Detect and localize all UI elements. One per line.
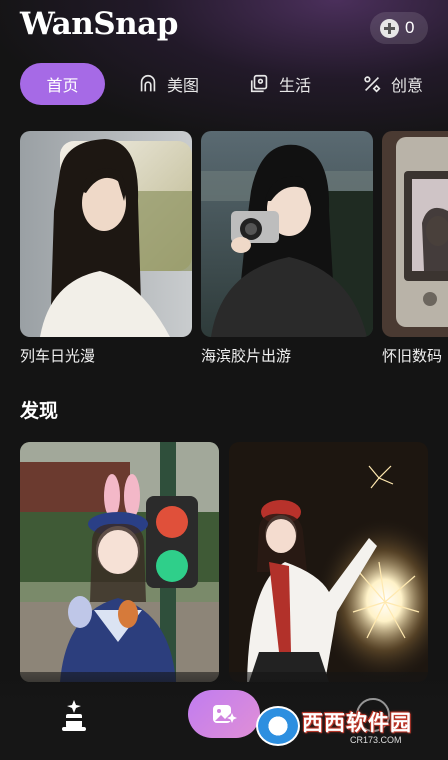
train-sunlight-photo xyxy=(20,131,192,337)
app-logo: WanSnap xyxy=(20,6,178,42)
featured-caption: 怀旧数码 xyxy=(382,347,443,365)
discover-card[interactable] xyxy=(20,442,219,682)
featured-card[interactable]: 海滨胶片出游 xyxy=(201,131,373,366)
app-header: WanSnap 0 xyxy=(0,0,448,56)
featured-carousel[interactable]: 列车日光漫 海滨胶片出游 怀旧数码 xyxy=(20,131,448,371)
watermark-text: 西西软件园 CR173.COM xyxy=(302,707,412,745)
girl-with-sparkler-photo xyxy=(229,442,428,682)
coin-balance-button[interactable]: 0 xyxy=(370,12,428,44)
girl-with-traffic-light-photo xyxy=(20,442,219,682)
watermark-logo xyxy=(256,706,300,746)
tab-label: 生活 xyxy=(279,76,312,95)
featured-card[interactable]: 怀旧数码 xyxy=(382,131,448,366)
featured-caption: 海滨胶片出游 xyxy=(201,347,292,365)
tab-beauty[interactable]: 美图 xyxy=(137,63,199,105)
create-button[interactable] xyxy=(188,690,260,738)
portrait-icon xyxy=(140,74,156,92)
discover-card[interactable] xyxy=(229,442,428,682)
category-tabs: 首页 美图 生活 创意 xyxy=(0,63,448,107)
site-watermark: 西西软件园 CR173.COM xyxy=(256,704,432,748)
tab-label: 美图 xyxy=(167,76,200,95)
percent-creative-icon xyxy=(364,76,381,93)
featured-caption: 列车日光漫 xyxy=(20,347,96,365)
discover-grid xyxy=(20,442,448,682)
coin-count: 0 xyxy=(405,18,415,37)
watermark-sub-text: CR173.COM xyxy=(350,735,402,745)
tab-label: 创意 xyxy=(391,76,424,95)
picture-frame-icon xyxy=(250,74,268,93)
tab-label: 首页 xyxy=(46,76,79,95)
discover-title: 发现 xyxy=(20,400,59,422)
tab-home[interactable]: 首页 xyxy=(20,63,105,105)
seaside-film-photo xyxy=(201,131,373,337)
magic-hat-icon[interactable] xyxy=(58,698,90,734)
watermark-main-text: 西西软件园 xyxy=(302,711,412,735)
featured-card[interactable]: 列车日光漫 xyxy=(20,131,192,366)
tab-creative[interactable]: 创意 xyxy=(361,63,423,105)
add-image-sparkle-icon xyxy=(213,705,237,723)
tab-life[interactable]: 生活 xyxy=(249,63,311,105)
coin-plus-icon xyxy=(380,18,399,38)
retro-digital-photo xyxy=(382,131,448,337)
